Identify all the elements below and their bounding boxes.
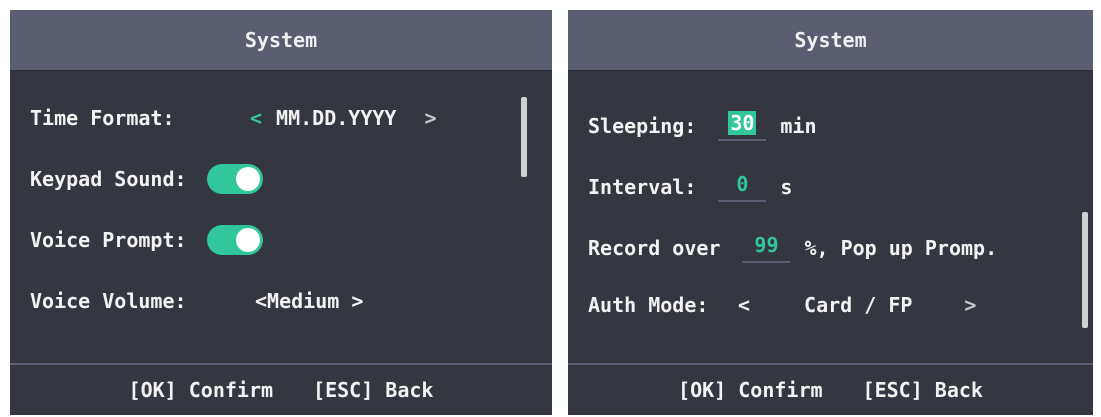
time-format-label: Time Format: [30, 106, 175, 130]
toggle-knob [235, 167, 260, 191]
interval-input[interactable]: 0 [718, 172, 767, 202]
interval-row: Interval: 0 s [588, 167, 1053, 207]
esc-back-button[interactable]: [ESC] Back [863, 378, 983, 402]
ok-confirm-button[interactable]: [OK] Confirm [678, 378, 823, 402]
interval-label: Interval: [588, 175, 697, 199]
ok-confirm-button[interactable]: [OK] Confirm [129, 378, 274, 402]
panel-footer: [OK] Confirm [ESC] Back [10, 363, 552, 415]
record-over-value: 99 [754, 233, 779, 257]
interval-unit: s [780, 175, 793, 199]
keypad-sound-toggle[interactable] [206, 164, 263, 194]
esc-back-button[interactable]: [ESC] Back [313, 378, 433, 402]
keypad-sound-label: Keypad Sound: [30, 167, 187, 191]
panel-title: System [568, 10, 1093, 71]
sleeping-input[interactable]: 30 [718, 111, 767, 141]
voice-volume-value[interactable]: <Medium > [255, 289, 363, 313]
voice-volume-label: Voice Volume: [30, 289, 187, 313]
panel-title: System [10, 10, 552, 71]
record-over-suffix: %, Pop up Promp. [804, 236, 998, 260]
auth-mode-value: Card / FP [804, 293, 913, 317]
chevron-left-icon[interactable]: < [738, 293, 750, 317]
interval-value: 0 [736, 172, 749, 196]
auth-mode-label: Auth Mode: [588, 293, 709, 317]
chevron-right-icon[interactable]: > [424, 106, 436, 130]
chevron-left-icon[interactable]: < [250, 106, 262, 130]
system-panel-right: System Sleeping: 30 min Interval: 0 s Re… [568, 10, 1093, 415]
scrollbar-thumb[interactable] [1082, 212, 1088, 328]
system-panel-left: System Time Format: < MM.DD.YYYY > Keypa… [10, 10, 552, 415]
record-over-label: Record over [588, 236, 721, 260]
scrollbar-thumb[interactable] [521, 97, 527, 177]
sleeping-unit: min [780, 114, 817, 138]
chevron-right-icon[interactable]: > [964, 293, 976, 317]
panel-footer: [OK] Confirm [ESC] Back [568, 363, 1093, 415]
toggle-knob [235, 228, 260, 252]
voice-prompt-toggle[interactable] [206, 225, 263, 255]
time-format-row[interactable]: Time Format: < MM.DD.YYYY > [30, 98, 512, 138]
sleeping-label: Sleeping: [588, 114, 697, 138]
voice-volume-row[interactable]: Voice Volume: <Medium > [30, 281, 512, 321]
time-format-value: MM.DD.YYYY [276, 106, 397, 130]
sleeping-row: Sleeping: 30 min [588, 106, 1053, 146]
auth-mode-row[interactable]: Auth Mode: < Card / FP > [588, 285, 1053, 325]
record-over-input[interactable]: 99 [742, 233, 791, 263]
record-over-row: Record over 99 %, Pop up Promp. [588, 228, 1075, 268]
sleeping-value: 30 [728, 111, 757, 135]
voice-prompt-row: Voice Prompt: [30, 220, 512, 260]
keypad-sound-row: Keypad Sound: [30, 159, 512, 199]
voice-prompt-label: Voice Prompt: [30, 228, 187, 252]
